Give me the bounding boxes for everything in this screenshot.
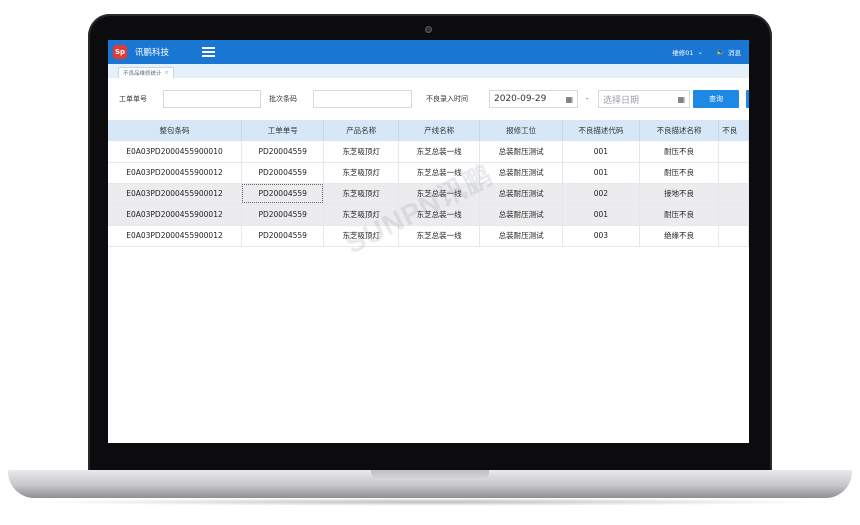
batch-input[interactable] (313, 90, 412, 108)
laptop-shadow (30, 498, 830, 506)
col-header[interactable]: 产品名称 (323, 120, 399, 141)
cell: 耐压不良 (639, 141, 720, 163)
calendar-icon: ▦ (677, 95, 685, 104)
cell: 东芝总装一线 (398, 162, 481, 184)
col-header[interactable]: 不良 (718, 120, 749, 141)
end-date-input[interactable]: 选择日期 ▦ (598, 90, 690, 108)
message-label: 消息 (728, 49, 741, 57)
col-header[interactable]: 报修工位 (479, 120, 563, 141)
cell: PD20004559 (241, 162, 325, 184)
table-header-row: 整包条码 工单单号 产品名称 产线名称 报修工位 不良描述代码 不良描述名称 不… (108, 120, 749, 141)
col-header[interactable]: 整包条码 (108, 120, 242, 141)
time-label: 不良录入时间 (426, 95, 468, 103)
col-header[interactable]: 不良描述代码 (562, 120, 640, 141)
filter-bar: 工单单号 批次条码 不良录入时间 2020-09-29 ▦ - 选择日期 ▦ 查… (108, 78, 749, 120)
cell: 003 (562, 225, 640, 247)
tab-label: 不良品维修统计 (123, 71, 162, 77)
cell: 总装耐压测试 (479, 162, 563, 184)
cell: 东芝吸顶灯 (323, 183, 399, 205)
calendar-icon: ▦ (565, 95, 573, 104)
cell: 东芝吸顶灯 (323, 141, 399, 163)
start-date-value: 2020-09-29 (494, 94, 547, 104)
end-date-placeholder: 选择日期 (603, 95, 640, 106)
batch-label: 批次条码 (269, 95, 297, 103)
tab-bar: 不良品维修统计 × (108, 64, 749, 78)
range-separator: - (586, 95, 589, 103)
order-label: 工单单号 (119, 95, 147, 103)
table-row[interactable]: E0A03PD2000455900010 PD20004559 东芝吸顶灯 东芝… (108, 141, 749, 163)
col-header[interactable]: 工单单号 (241, 120, 325, 141)
cell: 东芝吸顶灯 (323, 225, 399, 247)
cell (718, 162, 749, 184)
cell: 总装耐压测试 (479, 225, 563, 247)
cell (718, 225, 749, 247)
speaker-icon: 🔈 (716, 48, 725, 56)
cell: 001 (562, 162, 640, 184)
chevron-down-icon: ⌄ (697, 48, 703, 56)
cell: 东芝吸顶灯 (323, 162, 399, 184)
table-row[interactable]: E0A03PD2000455900012 PD20004559 东芝吸顶灯 东芝… (108, 204, 749, 226)
cell: 001 (562, 204, 640, 226)
close-icon[interactable]: × (165, 70, 169, 76)
user-icon: 👤 (660, 48, 670, 56)
defect-table: 整包条码 工单单号 产品名称 产线名称 报修工位 不良描述代码 不良描述名称 不… (108, 120, 749, 247)
cell: 东芝总装一线 (398, 183, 481, 205)
cell: 001 (562, 141, 640, 163)
app-screen: Sp 讯鹏科技 👤 维修01 ⌄ 🔈 消息 不良品维修统计 × 工单单号 批次条… (108, 40, 749, 443)
camera-icon (425, 26, 432, 33)
cell (718, 204, 749, 226)
cell: E0A03PD2000455900010 (108, 141, 242, 163)
cell (718, 183, 749, 205)
user-name: 维修01 (672, 49, 694, 57)
cell: PD20004559 (241, 204, 325, 226)
cell: 接地不良 (639, 183, 720, 205)
cell: E0A03PD2000455900012 (108, 225, 242, 247)
cell: PD20004559 (241, 225, 325, 247)
cell: 总装耐压测试 (479, 141, 563, 163)
cell: E0A03PD2000455900012 (108, 183, 242, 205)
cell: 绝缘不良 (639, 225, 720, 247)
cell: PD20004559 (241, 141, 325, 163)
message-link[interactable]: 🔈 消息 (716, 40, 741, 64)
laptop-notch (371, 470, 489, 480)
cell: 总装耐压测试 (479, 204, 563, 226)
col-header[interactable]: 不良描述名称 (639, 120, 720, 141)
top-bar: Sp 讯鹏科技 👤 维修01 ⌄ 🔈 消息 (108, 40, 749, 64)
more-button[interactable] (746, 90, 749, 108)
table-row[interactable]: E0A03PD2000455900012 PD20004559 东芝吸顶灯 东芝… (108, 225, 749, 247)
cell: 总装耐压测试 (479, 183, 563, 205)
cell: 002 (562, 183, 640, 205)
order-input[interactable] (163, 90, 261, 108)
cell: 东芝总装一线 (398, 204, 481, 226)
cell: E0A03PD2000455900012 (108, 204, 242, 226)
cell: 耐压不良 (639, 162, 720, 184)
query-button[interactable]: 查询 (693, 90, 739, 108)
table-row[interactable]: E0A03PD2000455900012 PD20004559 东芝吸顶灯 东芝… (108, 162, 749, 184)
brand-name: 讯鹏科技 (135, 48, 170, 58)
cell: 东芝总装一线 (398, 141, 481, 163)
cell (718, 141, 749, 163)
app-logo: Sp (113, 45, 127, 59)
cell: 耐压不良 (639, 204, 720, 226)
tab-defect-repair-stats[interactable]: 不良品维修统计 × (118, 67, 174, 78)
menu-icon[interactable] (202, 47, 216, 57)
col-header[interactable]: 产线名称 (398, 120, 481, 141)
cell: 东芝总装一线 (398, 225, 481, 247)
cell: E0A03PD2000455900012 (108, 162, 242, 184)
table-row[interactable]: E0A03PD2000455900012 PD20004559 东芝吸顶灯 东芝… (108, 183, 749, 205)
user-menu[interactable]: 👤 维修01 ⌄ (661, 40, 703, 64)
cell: PD20004559 (241, 183, 325, 205)
cell: 东芝吸顶灯 (323, 204, 399, 226)
start-date-input[interactable]: 2020-09-29 ▦ (489, 90, 578, 108)
